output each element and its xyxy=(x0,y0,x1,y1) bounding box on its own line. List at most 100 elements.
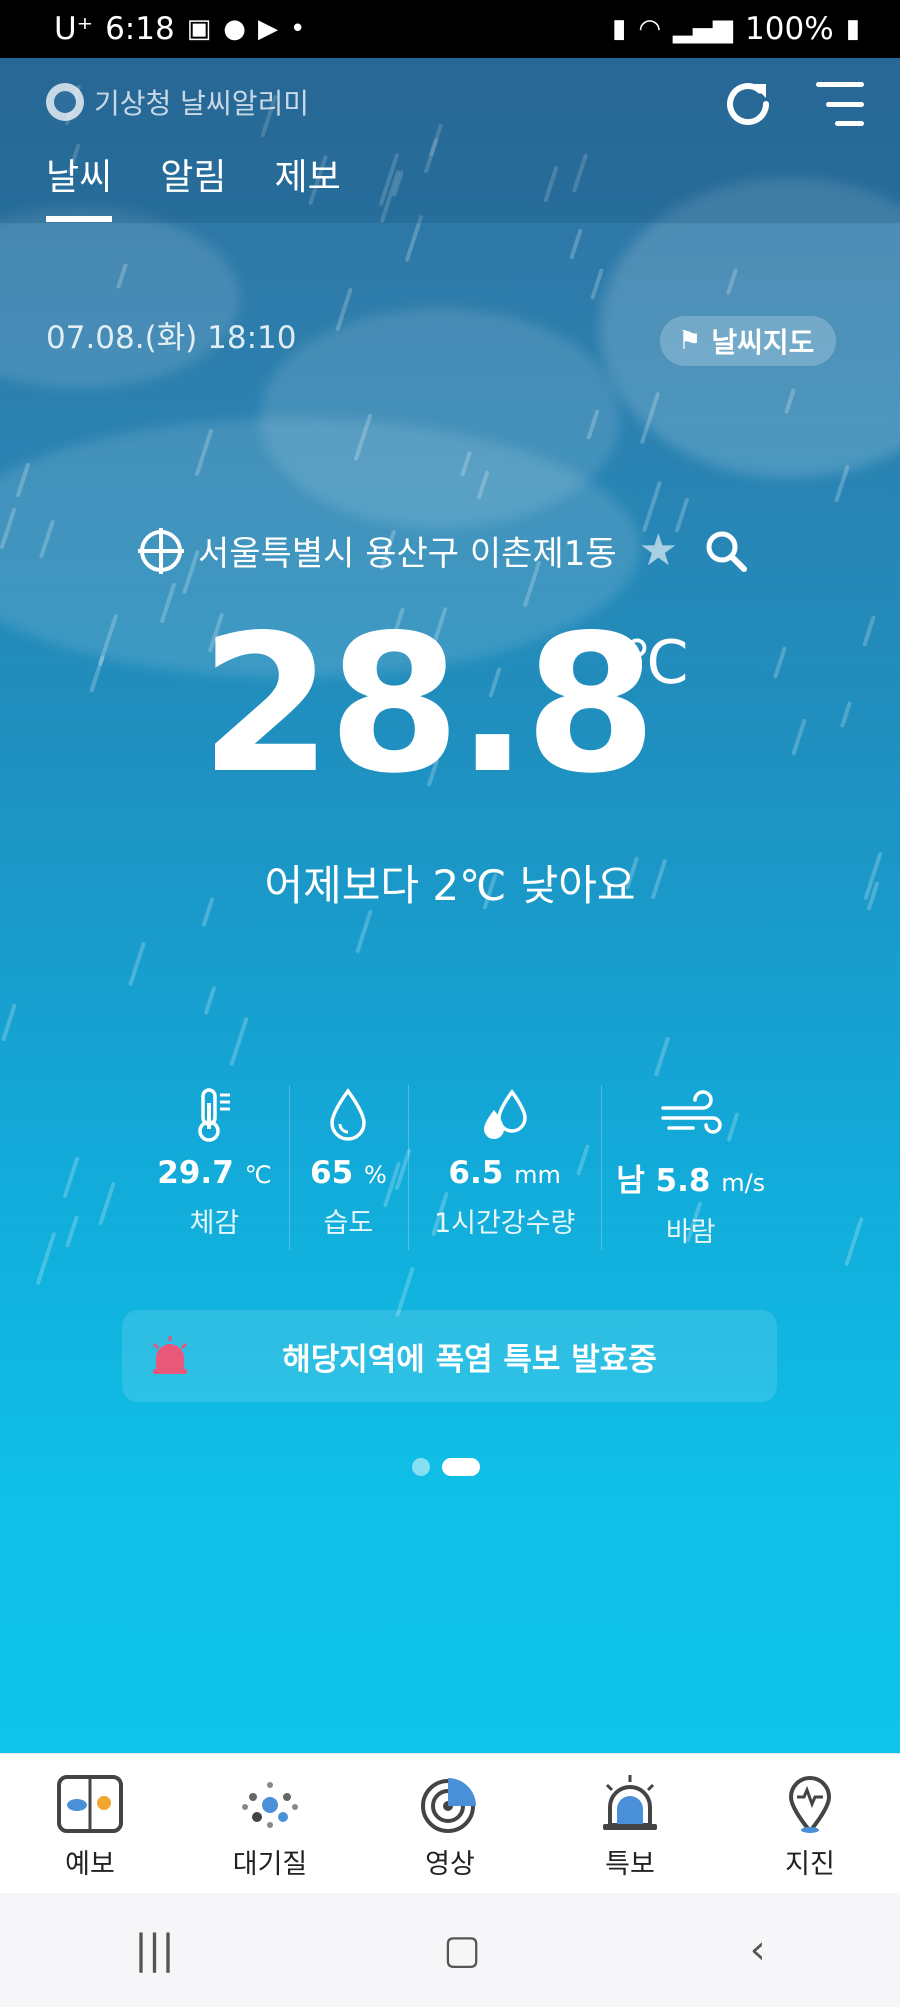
kma-logo-icon xyxy=(46,83,84,121)
tab-report[interactable]: 제보 xyxy=(275,148,341,222)
humidity-value: 65 xyxy=(310,1155,354,1191)
bottom-navigation: 예보 대기질 영상 특보 지진 xyxy=(0,1753,900,1894)
nav-radar[interactable]: 영상 xyxy=(360,1754,540,1894)
current-temperature: 28.8 xyxy=(200,594,657,815)
nav-forecast-label: 예보 xyxy=(65,1849,115,1880)
battery-saver-icon: ▮ xyxy=(612,14,627,44)
page-dot-active[interactable] xyxy=(442,1458,480,1476)
rain-streak xyxy=(355,909,373,954)
gallery-icon: ▣ xyxy=(186,14,212,44)
location-name[interactable]: 서울특별시 용산구 이촌제1동 xyxy=(198,526,617,575)
humidity-unit: % xyxy=(363,1161,387,1189)
feels-like-unit: ℃ xyxy=(244,1161,272,1189)
rain-streak xyxy=(229,1016,249,1067)
recent-apps-icon[interactable]: ||| xyxy=(134,1927,174,1973)
earthquake-pin-icon xyxy=(777,1774,843,1834)
rain-streak xyxy=(772,646,788,679)
siren-icon xyxy=(150,1336,190,1376)
rain-streak xyxy=(569,228,583,260)
rain-streak xyxy=(839,701,853,728)
nav-warnings[interactable]: 특보 xyxy=(540,1754,720,1894)
weather-map-label: 날씨지도 xyxy=(711,326,815,359)
carrier-label: U⁺ xyxy=(54,11,94,47)
forecast-icon xyxy=(57,1774,123,1834)
precipitation-unit: mm xyxy=(514,1161,561,1189)
rain-streak xyxy=(791,718,807,756)
clock: 6:18 xyxy=(105,11,175,47)
stat-wind: 남 5.8 m/s 바람 xyxy=(601,1085,780,1250)
wifi-icon: ◠ xyxy=(638,14,662,44)
alert-text: 해당지역에 폭염 특보 발효중 xyxy=(282,1341,657,1378)
nav-air-quality[interactable]: 대기질 xyxy=(180,1754,360,1894)
nav-earthquake[interactable]: 지진 xyxy=(720,1754,900,1894)
air-quality-icon xyxy=(237,1774,303,1834)
back-icon[interactable]: ‹ xyxy=(750,1927,766,1973)
rain-drops-icon xyxy=(478,1085,532,1145)
rain-streak xyxy=(127,941,147,987)
favorite-star-icon[interactable]: ★ xyxy=(639,525,678,576)
rain-streak xyxy=(35,1231,57,1286)
current-location-icon[interactable] xyxy=(138,527,184,574)
system-navigation-bar: ||| ▢ ‹ xyxy=(0,1893,900,2007)
nav-air-quality-label: 대기질 xyxy=(232,1849,308,1880)
rain-streak xyxy=(653,1036,671,1077)
humidity-label: 습도 xyxy=(323,1208,374,1239)
app-name: 기상청 날씨알리미 xyxy=(94,87,309,120)
search-icon[interactable] xyxy=(704,529,748,573)
refresh-icon xyxy=(727,83,769,126)
location-row: 서울특별시 용산구 이촌제1동 ★ xyxy=(138,525,748,576)
main-tabs: 날씨 알림 제보 xyxy=(46,148,341,222)
temperature-comparison: 어제보다 2℃ 낮아요 xyxy=(264,861,636,910)
wind-icon xyxy=(659,1085,723,1145)
nav-radar-label: 영상 xyxy=(425,1849,475,1880)
weather-map-button[interactable]: ⚑ 날씨지도 xyxy=(660,316,837,366)
wind-value: 남 5.8 xyxy=(616,1163,711,1199)
menu-button[interactable] xyxy=(816,82,864,126)
feels-like-label: 체감 xyxy=(189,1208,240,1239)
app-logo: 기상청 날씨알리미 xyxy=(46,82,309,122)
radar-icon xyxy=(417,1774,483,1834)
battery-percent: 100% xyxy=(745,11,834,47)
precipitation-label: 1시간강수량 xyxy=(433,1208,576,1239)
rain-streak xyxy=(98,1181,116,1226)
chat-icon: ● xyxy=(223,14,246,44)
temperature-unit: ℃ xyxy=(622,628,690,698)
observation-datetime: 07.08.(화) 18:10 xyxy=(46,320,297,356)
page-indicator xyxy=(412,1458,480,1476)
weather-stats: 29.7 ℃ 체감 65 % 습도 6.5 mm 1시간강수량 남 5.8 m/… xyxy=(140,1085,780,1250)
rain-streak xyxy=(844,1216,864,1267)
thermometer-icon xyxy=(194,1085,234,1145)
korea-map-icon: ⚑ xyxy=(678,326,702,356)
menu-line xyxy=(816,82,864,87)
rain-streak xyxy=(64,1215,80,1248)
notification-dot-icon: • xyxy=(289,14,306,44)
siren-icon xyxy=(597,1774,663,1834)
status-bar: U⁺ 6:18 ▣ ● ▶ • ▮ ◠ ▂▄▆ 100% ▮ xyxy=(0,0,900,58)
rain-streak xyxy=(62,1156,80,1199)
rain-streak xyxy=(89,655,105,693)
youtube-icon: ▶ xyxy=(257,14,278,44)
tab-alerts[interactable]: 알림 xyxy=(160,148,226,222)
page-dot[interactable] xyxy=(412,1458,430,1476)
menu-line xyxy=(835,121,864,126)
nav-warnings-label: 특보 xyxy=(605,1849,655,1880)
feels-like-value: 29.7 xyxy=(157,1155,234,1191)
rain-streak xyxy=(590,268,604,300)
weather-alert-banner[interactable]: 해당지역에 폭염 특보 발효중 xyxy=(122,1310,777,1402)
tab-weather[interactable]: 날씨 xyxy=(46,148,113,222)
home-icon[interactable]: ▢ xyxy=(443,1927,481,1973)
rain-streak xyxy=(203,986,217,1015)
stat-feels-like: 29.7 ℃ 체감 xyxy=(140,1085,289,1249)
stat-humidity: 65 % 습도 xyxy=(288,1085,408,1250)
menu-line xyxy=(825,101,864,107)
precipitation-value: 6.5 xyxy=(448,1155,504,1191)
wind-label: 바람 xyxy=(665,1217,716,1248)
battery-icon: ▮ xyxy=(845,14,860,44)
rain-streak xyxy=(1,1003,17,1042)
wind-unit: m/s xyxy=(721,1169,766,1197)
nav-earthquake-label: 지진 xyxy=(785,1849,835,1880)
nav-forecast[interactable]: 예보 xyxy=(0,1754,180,1894)
stat-precipitation: 6.5 mm 1시간강수량 xyxy=(407,1085,601,1250)
signal-icon: ▂▄▆ xyxy=(673,14,734,44)
refresh-button[interactable] xyxy=(722,78,774,130)
